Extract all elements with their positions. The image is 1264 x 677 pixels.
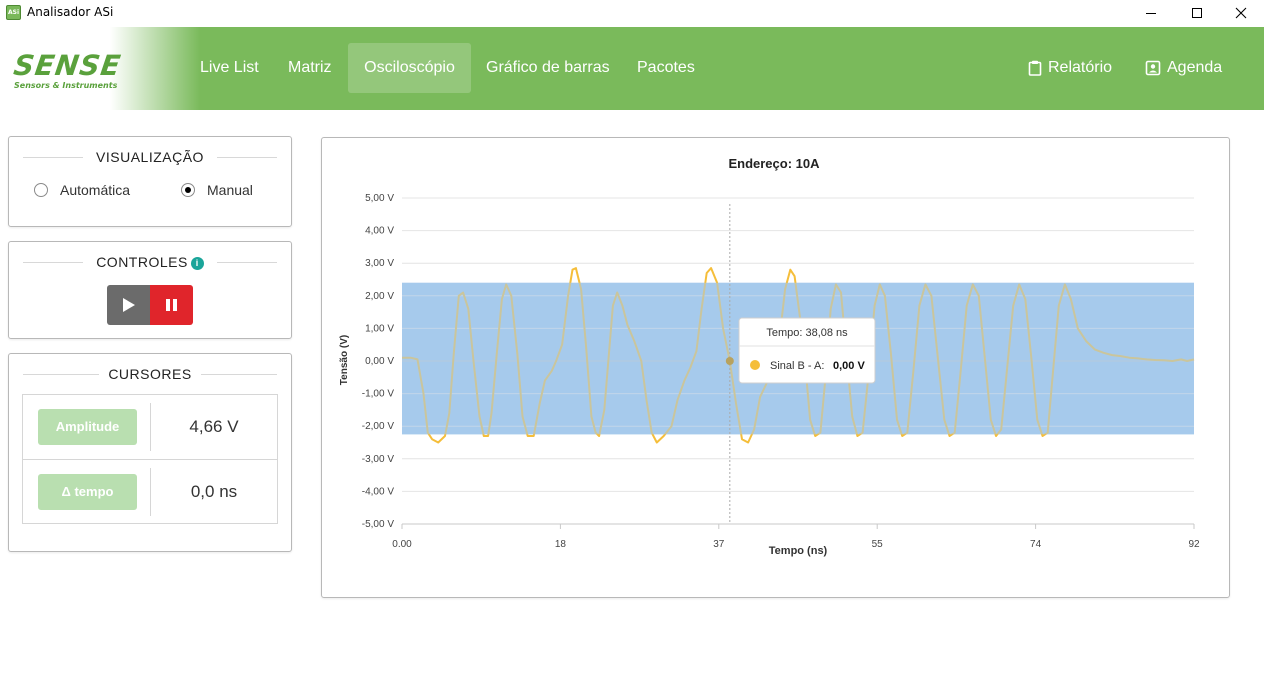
delta-tempo-button[interactable]: Δ tempo bbox=[38, 474, 137, 510]
radio-automatica-indicator bbox=[34, 183, 48, 197]
pause-button[interactable] bbox=[150, 285, 193, 325]
y-tick-label: 5,00 V bbox=[365, 193, 394, 204]
oscilloscope-chart[interactable]: Endereço: 10A 5,00 V 4,00 V 3,00 V 2,00 V 1,… bbox=[322, 138, 1229, 597]
y-tick-label: -5,00 V bbox=[362, 519, 395, 530]
minimize-icon bbox=[1146, 12, 1156, 14]
x-tick-label: 74 bbox=[1030, 539, 1042, 550]
maximize-icon bbox=[1192, 8, 1202, 18]
radio-manual-indicator bbox=[181, 183, 195, 197]
x-tick-label: 37 bbox=[713, 539, 725, 550]
play-icon bbox=[123, 298, 135, 312]
oscilloscope-chart-panel: Endereço: 10A 5,00 V 4,00 V 3,00 V 2,00 V 1,… bbox=[321, 137, 1230, 598]
clipboard-icon bbox=[1028, 60, 1042, 76]
brand-name: SENSE bbox=[11, 49, 124, 82]
agenda-button[interactable]: Agenda bbox=[1145, 43, 1222, 93]
y-tick-label: -1,00 V bbox=[362, 389, 395, 400]
nav-live-list[interactable]: Live List bbox=[185, 43, 274, 93]
y-tick-label: 0,00 V bbox=[365, 356, 394, 367]
tooltip-series-marker bbox=[750, 360, 760, 370]
agenda-label: Agenda bbox=[1167, 59, 1223, 76]
y-tick-label: -3,00 V bbox=[362, 454, 395, 465]
chart-tooltip: Tempo: 38,08 ns Sinal B - A: 0,00 V bbox=[738, 317, 876, 384]
x-tick-label: 92 bbox=[1188, 539, 1200, 550]
brand-logo: SENSE Sensors & Instruments bbox=[0, 27, 200, 110]
y-tick-label: 1,00 V bbox=[365, 323, 394, 334]
nav-grafico-de-barras[interactable]: Gráfico de barras bbox=[471, 43, 625, 93]
window-title: Analisador ASi bbox=[27, 5, 114, 19]
window-titlebar: ASi Analisador ASi bbox=[0, 0, 1264, 26]
cursor-table: Amplitude 4,66 V Δ tempo 0,0 ns bbox=[22, 394, 278, 524]
radio-automatica[interactable]: Automática bbox=[34, 182, 130, 198]
cursor-point[interactable] bbox=[725, 357, 734, 365]
brand-tagline: Sensors & Instruments bbox=[14, 81, 118, 90]
report-button[interactable]: Relatório bbox=[1028, 43, 1112, 93]
pause-icon bbox=[166, 299, 177, 311]
y-tick-label: -4,00 V bbox=[362, 486, 395, 497]
x-tick-label: 0.00 bbox=[392, 539, 412, 550]
chart-title: Endereço: 10A bbox=[728, 156, 820, 171]
x-tick-label: 55 bbox=[872, 539, 884, 550]
delta-tempo-value: 0,0 ns bbox=[190, 482, 238, 501]
nav-osciloscopio[interactable]: Osciloscópio bbox=[348, 43, 471, 93]
radio-automatica-label: Automática bbox=[60, 182, 131, 198]
visualizacao-title: VISUALIZAÇÃO bbox=[23, 149, 277, 165]
y-tick-label: 4,00 V bbox=[365, 226, 394, 237]
cursor-row-delta-tempo: Δ tempo 0,0 ns bbox=[23, 459, 277, 523]
cursores-title: CURSORES bbox=[23, 366, 277, 382]
address-book-icon bbox=[1145, 60, 1161, 76]
radio-manual-label: Manual bbox=[207, 182, 253, 198]
close-icon bbox=[1235, 7, 1247, 19]
close-button[interactable] bbox=[1218, 0, 1264, 26]
y-tick-label: 2,00 V bbox=[365, 291, 394, 302]
tooltip-value: 0,00 V bbox=[833, 360, 865, 372]
info-icon[interactable]: i bbox=[190, 256, 204, 270]
y-tick-label: -2,00 V bbox=[362, 421, 395, 432]
controles-title: CONTROLES i bbox=[23, 254, 277, 270]
nav-pacotes[interactable]: Pacotes bbox=[622, 43, 710, 93]
play-button[interactable] bbox=[107, 285, 150, 325]
visualizacao-title-text: VISUALIZAÇÃO bbox=[96, 149, 204, 165]
cursores-title-text: CURSORES bbox=[108, 366, 192, 382]
radio-manual[interactable]: Manual bbox=[181, 182, 253, 198]
visualizacao-panel: VISUALIZAÇÃO Automática Manual bbox=[8, 136, 292, 227]
maximize-button[interactable] bbox=[1174, 0, 1220, 26]
app-header: SENSE Sensors & Instruments Live List Ma… bbox=[0, 27, 1264, 110]
amplitude-button[interactable]: Amplitude bbox=[38, 409, 137, 445]
cursores-panel: CURSORES Amplitude 4,66 V Δ tempo 0,0 ns bbox=[8, 353, 292, 552]
minimize-button[interactable] bbox=[1128, 0, 1174, 26]
amplitude-value: 4,66 V bbox=[189, 417, 239, 436]
y-axis-label: Tensão (V) bbox=[339, 335, 350, 385]
x-axis-label: Tempo (ns) bbox=[769, 545, 828, 557]
tooltip-series-label: Sinal B - A: bbox=[770, 360, 824, 372]
nav-matriz[interactable]: Matriz bbox=[273, 43, 347, 93]
x-tick-label: 18 bbox=[555, 539, 567, 550]
controles-title-text: CONTROLES bbox=[96, 254, 188, 270]
app-icon: ASi bbox=[6, 5, 21, 20]
cursor-row-amplitude: Amplitude 4,66 V bbox=[23, 395, 277, 459]
tooltip-header: Tempo: 38,08 ns bbox=[766, 327, 848, 339]
y-tick-label: 3,00 V bbox=[365, 258, 394, 269]
controles-panel: CONTROLES i bbox=[8, 241, 292, 339]
report-label: Relatório bbox=[1048, 59, 1113, 76]
